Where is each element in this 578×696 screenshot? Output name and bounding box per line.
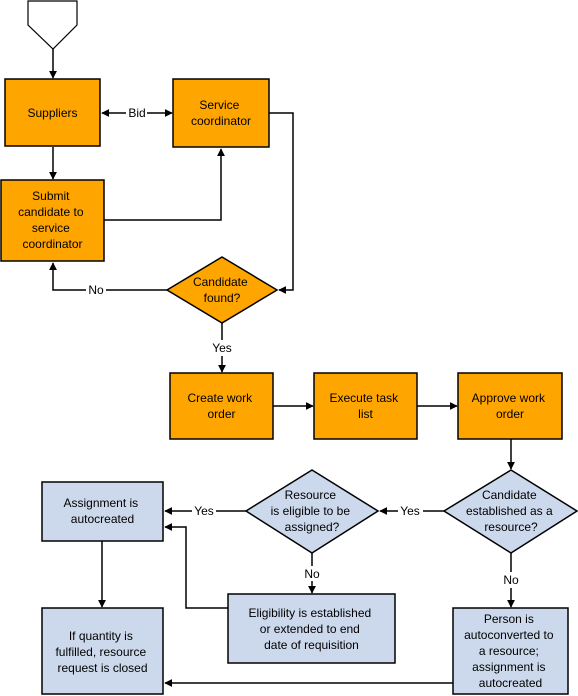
node-label-line: assigned? <box>285 520 340 534</box>
node-label-line: Suppliers <box>27 106 77 120</box>
node-label-line: found? <box>204 291 241 305</box>
edge-eligibility-assignment <box>164 523 228 609</box>
node-label-line: Assignment is <box>63 496 138 510</box>
node-label-line: coordinator <box>22 237 82 251</box>
node-service-coordinator: Service coordinator <box>172 78 270 148</box>
node-label-line: Submit <box>32 189 70 203</box>
node-label-line: autocreated <box>479 676 542 690</box>
edge-coordinator-found <box>269 112 294 294</box>
node-approve-work-order: Approve work order <box>457 372 563 440</box>
service-coordinator-shape <box>172 78 270 148</box>
node-label-line: Candidate <box>482 488 537 502</box>
node-label-line: resource? <box>484 520 538 534</box>
node-label-line: order <box>496 407 524 421</box>
node-label-line: fulfilled, resource <box>55 645 146 659</box>
node-label-line: If quantity is <box>69 629 133 643</box>
node-label-line: request is closed <box>57 661 147 675</box>
edges <box>49 49 515 687</box>
node-label-line: service <box>32 221 70 235</box>
edge-submit-coordinator <box>104 148 225 221</box>
node-quantity-fulfilled: If quantity is fulfilled, resource reque… <box>41 607 164 695</box>
node-label-line: Resource <box>285 488 337 502</box>
node-label-line: Approve work <box>472 391 546 405</box>
node-person-autoconverted: Person is autoconverted to a resource; a… <box>452 607 569 695</box>
node-label: If quantity is fulfilled, resource reque… <box>55 629 149 675</box>
node-submit-candidate: Submit candidate to service coordinator <box>0 179 105 262</box>
node-label-line: a resource; <box>479 644 539 658</box>
candidate-found-diamond <box>165 256 279 324</box>
node-label: Suppliers <box>27 106 77 120</box>
flowchart: Bid No Yes Yes No Yes No Suppliers Servi… <box>0 0 578 695</box>
node-label-line: Person is <box>484 612 534 626</box>
edge-label-no-eligible: No <box>304 567 320 581</box>
node-label-line: autoconverted to <box>464 628 554 642</box>
create-work-order-shape <box>169 372 274 440</box>
node-label-line: Execute task <box>329 391 399 405</box>
node-label: Eligibility is established or extended t… <box>248 606 374 652</box>
node-assignment-autocreated: Assignment is autocreated <box>41 481 164 542</box>
node-label-line: Create work <box>187 391 253 405</box>
node-resource-eligible: Resource is eligible to be assigned? <box>244 469 380 554</box>
node-candidate-found: Candidate found? <box>165 256 279 324</box>
approve-work-order-shape <box>457 372 563 440</box>
node-eligibility-established: Eligibility is established or extended t… <box>227 593 396 664</box>
node-label-line: assignment is <box>472 660 545 674</box>
node-suppliers: Suppliers <box>4 78 101 147</box>
node-execute-task-list: Execute task list <box>313 372 418 440</box>
node-candidate-established: Candidate established as a resource? <box>442 469 578 554</box>
node-create-work-order: Create work order <box>169 372 274 440</box>
node-label-line: Eligibility is established <box>248 606 371 620</box>
node-start <box>27 0 78 50</box>
edge-label-yes-candidate: Yes <box>212 341 232 355</box>
node-label-line: list <box>358 407 373 421</box>
node-label-line: candidate to <box>18 205 84 219</box>
node-label-line: coordinator <box>191 114 251 128</box>
edge-label-bid: Bid <box>128 106 145 120</box>
node-label-line: is eligible to be <box>271 504 351 518</box>
edge-label-yes-eligible: Yes <box>194 504 214 518</box>
edge-label-yes-established: Yes <box>400 504 420 518</box>
node-label-line: or extended to end <box>260 622 360 636</box>
edge-label-no-candidate: No <box>88 283 104 297</box>
edge-found-submit-no-b <box>49 262 86 291</box>
node-label-line: established as a <box>466 504 553 518</box>
node-label-line: date of requisition <box>264 638 359 652</box>
node-label-line: autocreated <box>71 512 134 526</box>
node-label-line: order <box>207 407 235 421</box>
start-connector-shape <box>27 0 78 50</box>
execute-task-list-shape <box>313 372 418 440</box>
node-label-line: Service <box>199 98 239 112</box>
edge-label-no-established: No <box>503 573 519 587</box>
node-label-line: Candidate <box>193 275 248 289</box>
